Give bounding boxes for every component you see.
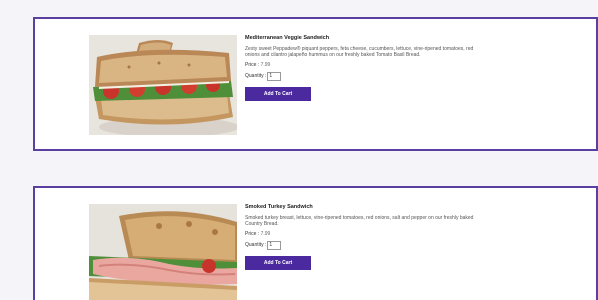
price-value: 7.99 xyxy=(260,230,271,237)
quantity-row: Quantity : xyxy=(245,240,485,250)
quantity-label: Quantity : xyxy=(245,73,267,80)
product-description: Zesty sweet Peppadew® piquant peppers, f… xyxy=(245,46,474,59)
product-card: Mediterranean Veggie Sandwich Zesty swee… xyxy=(33,17,598,151)
quantity-label: Quantity : xyxy=(245,242,267,249)
product-image-veggie-sandwich xyxy=(89,35,237,135)
price-value: 7.99 xyxy=(260,61,271,68)
product-description: Smoked turkey breast, lettuce, vine-ripe… xyxy=(245,215,474,228)
price-row: Price : 7.99 xyxy=(245,62,485,68)
product-image-turkey-sandwich xyxy=(89,204,237,300)
price-label: Price : xyxy=(245,230,260,237)
price-row: Price : 7.99 xyxy=(245,231,485,237)
quantity-row: Quantity : xyxy=(245,71,485,81)
product-list-page: Mediterranean Veggie Sandwich Zesty swee… xyxy=(0,0,598,300)
add-to-cart-button[interactable]: Add To Cart xyxy=(245,86,311,101)
price-label: Price : xyxy=(245,61,260,68)
quantity-input[interactable] xyxy=(267,71,282,81)
product-info: Smoked Turkey Sandwich Smoked turkey bre… xyxy=(245,204,485,270)
quantity-input[interactable] xyxy=(267,240,282,250)
product-title: Smoked Turkey Sandwich xyxy=(245,204,313,210)
product-title: Mediterranean Veggie Sandwich xyxy=(245,35,330,41)
product-info: Mediterranean Veggie Sandwich Zesty swee… xyxy=(245,35,485,101)
product-card: Smoked Turkey Sandwich Smoked turkey bre… xyxy=(33,186,598,300)
add-to-cart-button[interactable]: Add To Cart xyxy=(245,255,311,270)
